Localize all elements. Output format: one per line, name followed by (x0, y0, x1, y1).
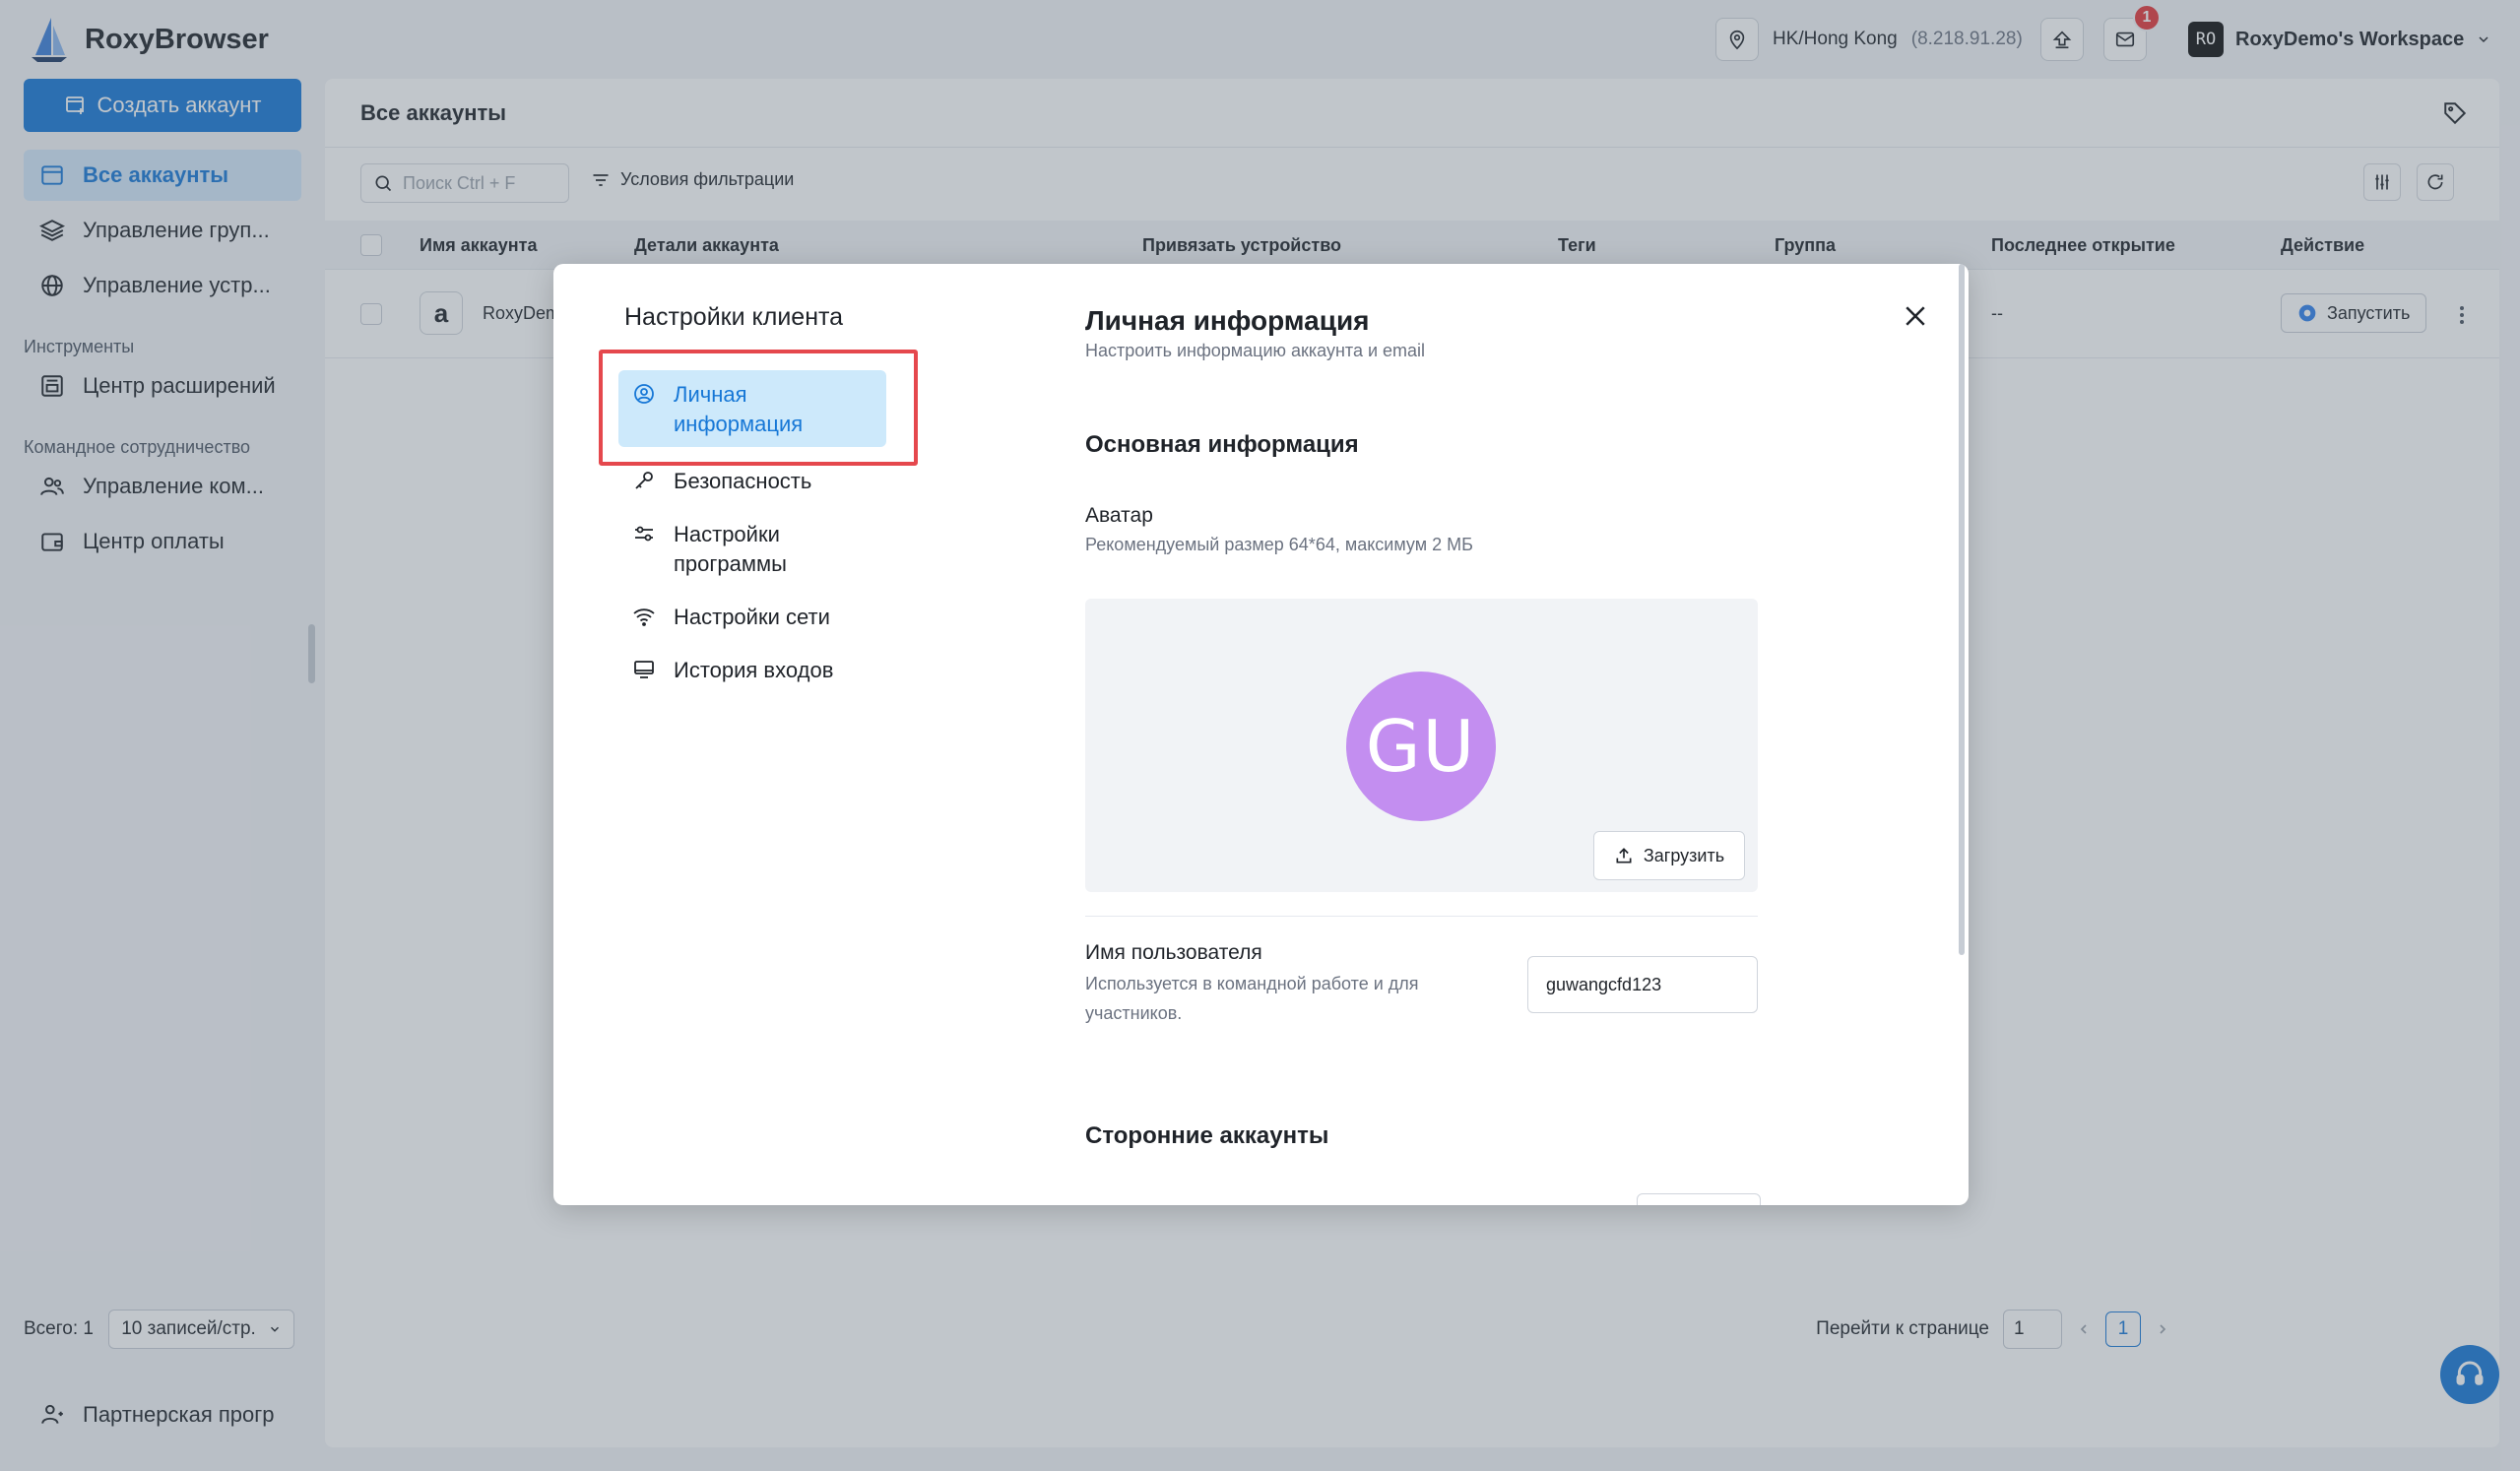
upload-icon (1616, 848, 1632, 863)
third-party-action-button[interactable] (1637, 1193, 1761, 1205)
monitor-icon (634, 661, 654, 678)
avatar-panel: GU Загрузить (1085, 599, 1758, 892)
username-label: Имя пользователя (1085, 941, 1262, 964)
divider (1085, 916, 1758, 917)
modal-nav-label: Настройки сети (674, 605, 830, 629)
avatar-label: Аватар (1085, 504, 1153, 527)
section-subtitle: Настроить информацию аккаунта и email (1085, 341, 1426, 360)
third-party-heading: Сторонние аккаунты (1085, 1122, 1329, 1149)
client-settings-modal: Настройки клиента Личная информация Безо… (553, 264, 1969, 1205)
modal-nav-app-settings[interactable]: Настройки программы (618, 510, 886, 589)
username-input[interactable]: guwangcfd123 (1527, 956, 1758, 1013)
modal-nav-login-history[interactable]: История входов (618, 646, 886, 695)
modal-nav-label: Безопасность (674, 469, 812, 493)
modal-nav-label: История входов (674, 658, 834, 682)
modal-nav-network-settings[interactable]: Настройки сети (618, 593, 886, 642)
upload-label: Загрузить (1643, 845, 1725, 865)
basic-info-heading: Основная информация (1085, 431, 1359, 458)
avatar-hint: Рекомендуемый размер 64*64, максимум 2 М… (1085, 535, 1473, 554)
modal-nav-title: Настройки клиента (624, 303, 844, 331)
upload-avatar-button[interactable]: Загрузить (1593, 831, 1745, 880)
modal-nav-label: Настройки программы (674, 522, 787, 576)
wifi-icon (633, 608, 655, 626)
key-icon (635, 472, 653, 489)
modal-scrollbar[interactable] (1959, 264, 1965, 955)
avatar: GU (1346, 672, 1496, 821)
modal-nav-security[interactable]: Безопасность (618, 457, 886, 506)
highlight-annotation-box (599, 350, 918, 466)
section-title: Личная информация (1085, 305, 1370, 336)
close-icon[interactable] (1901, 301, 1930, 331)
sliders-icon (635, 526, 653, 542)
username-hint: Используется в командной работе и для уч… (1085, 974, 1419, 1023)
